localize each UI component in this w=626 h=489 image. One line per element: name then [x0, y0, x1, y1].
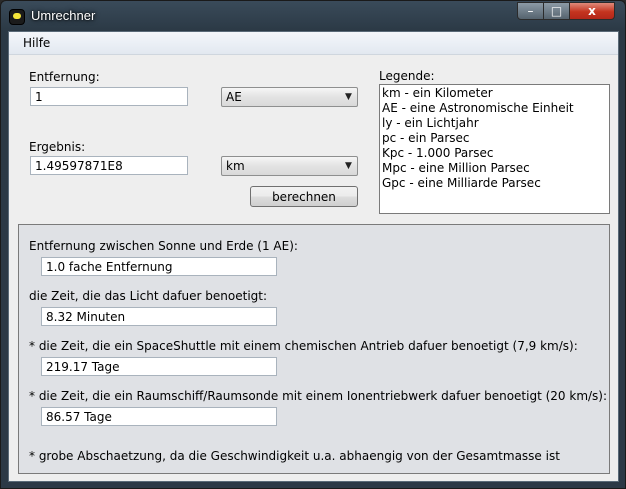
- app-window: Umrechner – □ x Hilfe Entfernung: 1 AE ▼…: [0, 0, 626, 489]
- menu-bar: Hilfe: [9, 32, 618, 55]
- maximize-icon: □: [550, 4, 563, 18]
- chevron-down-icon: ▼: [345, 92, 352, 102]
- info-label-light: die Zeit, die das Licht dafuer benoetigt…: [29, 289, 268, 303]
- distance-label: Entfernung:: [29, 70, 100, 84]
- calculate-button[interactable]: berechnen: [250, 186, 358, 207]
- legend-list[interactable]: km - ein Kilometer AE - eine Astronomisc…: [379, 84, 610, 214]
- result-label: Ergebnis:: [29, 140, 86, 154]
- close-button[interactable]: x: [569, 2, 615, 20]
- legend-item-km: km - ein Kilometer: [382, 86, 493, 100]
- info-label-shuttle: * die Zeit, die ein SpaceShuttle mit ein…: [29, 339, 578, 353]
- from-unit-value: AE: [226, 90, 242, 104]
- distance-input[interactable]: 1: [30, 87, 188, 106]
- info-value-light[interactable]: 8.32 Minuten: [41, 307, 277, 326]
- to-unit-value: km: [226, 159, 245, 173]
- footnote: * grobe Abschaetzung, da die Geschwindig…: [29, 449, 560, 463]
- legend-item-gpc: Gpc - eine Milliarde Parsec: [382, 176, 541, 190]
- window-title: Umrechner: [31, 8, 96, 23]
- legend-item-ae: AE - eine Astronomische Einheit: [382, 101, 574, 115]
- info-value-ion[interactable]: 86.57 Tage: [41, 407, 277, 426]
- info-label-ae: Entfernung zwischen Sonne und Erde (1 AE…: [29, 239, 298, 253]
- chevron-down-icon: ▼: [345, 161, 352, 171]
- menu-help[interactable]: Hilfe: [23, 36, 50, 50]
- minimize-icon: –: [527, 4, 534, 18]
- legend-title: Legende:: [379, 69, 435, 83]
- title-bar[interactable]: Umrechner – □ x: [1, 1, 625, 31]
- close-icon: x: [588, 4, 596, 18]
- info-value-ae[interactable]: 1.0 fache Entfernung: [41, 257, 277, 276]
- legend-item-kpc: Kpc - 1.000 Parsec: [382, 146, 494, 160]
- client-area: Hilfe Entfernung: 1 AE ▼ Ergebnis: 1.495…: [8, 31, 619, 482]
- legend-item-mpc: Mpc - eine Million Parsec: [382, 161, 530, 175]
- from-unit-select[interactable]: AE ▼: [221, 87, 358, 107]
- info-panel: Entfernung zwischen Sonne und Erde (1 AE…: [18, 224, 610, 474]
- minimize-button[interactable]: –: [517, 2, 544, 20]
- legend-item-pc: pc - ein Parsec: [382, 131, 470, 145]
- info-label-ion: * die Zeit, die ein Raumschiff/Raumsonde…: [29, 389, 608, 403]
- result-field[interactable]: 1.49597871E8: [30, 156, 188, 175]
- info-value-shuttle[interactable]: 219.17 Tage: [41, 357, 277, 376]
- app-icon[interactable]: [9, 9, 25, 25]
- legend-item-ly: ly - ein Lichtjahr: [382, 116, 479, 130]
- maximize-button[interactable]: □: [543, 2, 570, 20]
- to-unit-select[interactable]: km ▼: [221, 156, 358, 176]
